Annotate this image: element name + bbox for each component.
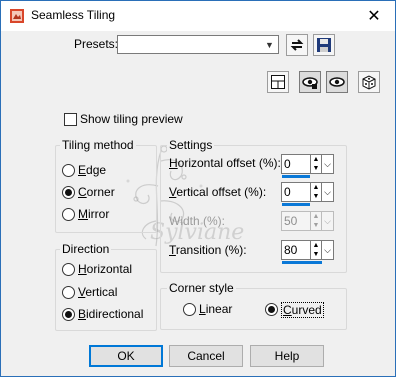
window-title: Seamless Tiling bbox=[31, 8, 116, 22]
transition-bar bbox=[282, 261, 322, 264]
vertical-offset-bar bbox=[282, 203, 310, 206]
transition-control: 80 ▲ ▼ ⌵ bbox=[281, 240, 335, 264]
vertical-offset-input[interactable]: 0 bbox=[281, 182, 311, 202]
radio-corner[interactable] bbox=[62, 186, 75, 199]
show-tiling-preview-checkbox[interactable] bbox=[64, 113, 77, 126]
presets-input[interactable]: ▼ bbox=[117, 35, 279, 54]
radio-linear[interactable] bbox=[183, 303, 196, 316]
corner-label: Corner bbox=[78, 185, 115, 199]
radio-horizontal[interactable] bbox=[62, 263, 75, 276]
linear-label: Linear bbox=[199, 302, 233, 316]
curved-label: Curved bbox=[281, 302, 324, 318]
transition-label: Transition (%): bbox=[169, 243, 247, 257]
vertical-label: Vertical bbox=[78, 285, 118, 299]
chevron-down-icon[interactable]: ⌵ bbox=[322, 154, 334, 174]
eye-icon bbox=[302, 77, 318, 89]
radio-bidirectional[interactable] bbox=[62, 308, 75, 321]
horizontal-label: Horizontal bbox=[78, 262, 133, 276]
dialog-window: Seamless Tiling ✕ Presets: ▼ Show tiling… bbox=[0, 0, 396, 377]
edge-label: Edge bbox=[78, 163, 107, 177]
transition-spinner[interactable]: ▲ ▼ bbox=[311, 240, 322, 260]
reset-button[interactable] bbox=[286, 34, 308, 56]
radio-mirror[interactable] bbox=[62, 208, 75, 221]
mirror-label: Mirror bbox=[78, 207, 110, 221]
transition-input[interactable]: 80 bbox=[281, 240, 311, 260]
width-spinner: ▲ ▼ bbox=[311, 211, 322, 231]
radio-edge[interactable] bbox=[62, 164, 75, 177]
save-preset-button[interactable] bbox=[313, 34, 335, 56]
horizontal-offset-input[interactable]: 0 bbox=[281, 154, 311, 174]
horizontal-offset-label: Horizontal offset (%): bbox=[169, 156, 281, 170]
show-tiling-preview-label: Show tiling preview bbox=[80, 112, 183, 126]
ok-button[interactable]: OK bbox=[89, 345, 163, 367]
settings-title: Settings bbox=[167, 138, 215, 152]
preview-eye-button[interactable] bbox=[299, 71, 321, 93]
chevron-down-icon[interactable]: ⌵ bbox=[322, 182, 334, 202]
corner-style-title: Corner style bbox=[167, 281, 236, 295]
vertical-offset-control: 0 ▲ ▼ ⌵ bbox=[281, 182, 335, 206]
width-control: 50 ▲ ▼ ⌵ bbox=[281, 211, 335, 233]
horizontal-offset-control: 0 ▲ ▼ ⌵ bbox=[281, 154, 335, 178]
close-icon[interactable]: ✕ bbox=[357, 3, 391, 29]
reset-icon bbox=[290, 39, 304, 51]
layout-icon bbox=[271, 75, 285, 89]
vertical-offset-label: Vertical offset (%): bbox=[169, 185, 267, 199]
eye-icon bbox=[329, 77, 345, 87]
chevron-down-icon[interactable]: ⌵ bbox=[322, 240, 334, 260]
radio-curved[interactable] bbox=[265, 303, 278, 316]
proof-eye-button[interactable] bbox=[326, 71, 348, 93]
chevron-down-icon: ⌵ bbox=[322, 211, 334, 231]
direction-title: Direction bbox=[60, 242, 112, 256]
vertical-offset-spinner[interactable]: ▲ ▼ bbox=[311, 182, 322, 202]
dice-icon bbox=[362, 75, 376, 90]
bidirectional-label: Bidirectional bbox=[78, 307, 144, 321]
presets-label: Presets: bbox=[74, 37, 119, 51]
layout-button[interactable] bbox=[267, 71, 289, 93]
save-icon bbox=[317, 38, 331, 52]
width-label: Width (%): bbox=[169, 214, 226, 228]
chevron-down-icon[interactable]: ▼ bbox=[262, 37, 277, 52]
cancel-button[interactable]: Cancel bbox=[169, 345, 243, 367]
width-input: 50 bbox=[281, 211, 311, 231]
tiling-method-title: Tiling method bbox=[60, 138, 136, 152]
horizontal-offset-bar bbox=[282, 175, 310, 178]
app-icon bbox=[9, 8, 25, 24]
horizontal-offset-spinner[interactable]: ▲ ▼ bbox=[311, 154, 322, 174]
help-button[interactable]: Help bbox=[250, 345, 324, 367]
radio-vertical[interactable] bbox=[62, 286, 75, 299]
title-bar[interactable]: Seamless Tiling ✕ bbox=[1, 1, 395, 31]
randomize-button[interactable] bbox=[358, 71, 380, 93]
